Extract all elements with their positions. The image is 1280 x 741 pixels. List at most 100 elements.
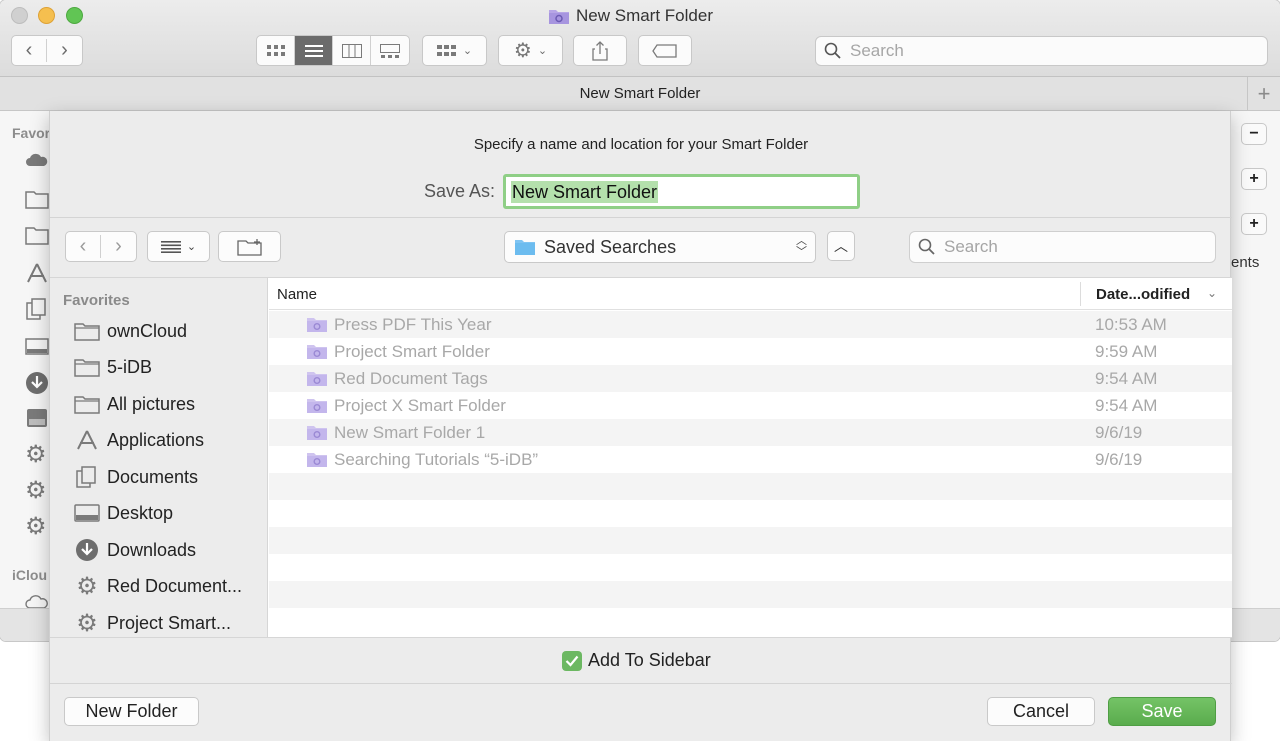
updown-chevron-icon: ︿ ﹀	[796, 235, 807, 258]
empty-row	[269, 581, 1232, 608]
add-criteria-row-button[interactable]: +	[1241, 168, 1267, 190]
folder-icon	[25, 225, 49, 247]
minus-icon: −	[1249, 125, 1259, 142]
plus-icon: +	[1249, 215, 1259, 232]
smart-folder-icon	[548, 7, 570, 25]
downloads-icon	[74, 538, 100, 562]
sidebar-item-all-pictures[interactable]: All pictures	[74, 389, 195, 419]
cancel-button[interactable]: Cancel	[987, 697, 1095, 726]
new-folder-button[interactable]: New Folder	[64, 697, 199, 726]
column-header-date[interactable]: Date...odified	[1096, 286, 1190, 303]
icon-view-button[interactable]	[257, 36, 295, 65]
list-item-date: 9/6/19	[1095, 423, 1143, 442]
zoom-window-button[interactable]	[66, 7, 83, 24]
downloads-icon	[25, 371, 49, 394]
file-list: Name Date...odified ⌄ Press PDF This Yea…	[269, 278, 1232, 637]
sidebar-item-project-smart[interactable]: ⚙ Project Smart...	[74, 608, 231, 637]
column-view-button[interactable]	[333, 36, 371, 65]
list-item[interactable]: Searching Tutorials “5-iDB” 9/6/19	[269, 446, 1232, 473]
smart-folder-icon	[306, 343, 328, 365]
sort-chevron-icon: ⌄	[1207, 286, 1218, 300]
list-item[interactable]: Project Smart Folder 9:59 AM	[269, 338, 1232, 365]
gallery-view-button[interactable]	[371, 36, 409, 65]
tags-button[interactable]	[638, 35, 692, 66]
share-button[interactable]	[573, 35, 627, 66]
sidebar-item-red-document[interactable]: ⚙ Red Document...	[74, 571, 242, 601]
back-icon[interactable]: ‹	[66, 235, 102, 258]
forward-icon[interactable]: ›	[47, 39, 82, 62]
list-header: Name Date...odified ⌄	[269, 278, 1232, 310]
chevron-down-icon: ⌄	[462, 45, 473, 57]
group-by-button[interactable]: ⌄	[422, 35, 487, 66]
smart-folder-icon	[306, 451, 328, 473]
empty-row	[269, 473, 1232, 500]
list-view-button[interactable]	[295, 36, 333, 65]
sidebar-item-documents[interactable]: Documents	[74, 462, 198, 492]
list-item[interactable]: New Smart Folder 1 9/6/19	[269, 419, 1232, 446]
remove-criteria-button[interactable]: −	[1241, 123, 1267, 145]
applications-icon	[25, 262, 49, 284]
drive-icon	[25, 407, 49, 429]
folder-icon	[74, 355, 100, 379]
window-title-text: New Smart Folder	[576, 6, 713, 25]
close-window-button[interactable]	[11, 7, 28, 24]
empty-row	[269, 608, 1232, 635]
action-button[interactable]: ⚙ ⌄	[498, 35, 563, 66]
window-title: New Smart Folder	[548, 5, 713, 27]
sidebar-item-label: Documents	[107, 466, 199, 487]
smart-folder-icon	[306, 397, 328, 419]
list-item[interactable]: Project X Smart Folder 9:54 AM	[269, 392, 1232, 419]
view-mode-control[interactable]	[256, 35, 410, 66]
finder-column-partial: ents	[1231, 254, 1260, 271]
finder-search-field[interactable]: Search	[815, 36, 1268, 66]
column-header-name[interactable]: Name	[277, 286, 317, 303]
folder-icon	[74, 319, 100, 343]
finder-favorites-label: Favor	[12, 125, 51, 141]
plus-icon: +	[1249, 170, 1259, 187]
finder-icloud-label: iClou	[12, 567, 47, 583]
save-as-value: New Smart Folder	[511, 180, 659, 203]
sidebar-item-5-idb[interactable]: 5-iDB	[74, 352, 152, 382]
divider	[50, 217, 1232, 218]
location-label: Saved Searches	[544, 236, 677, 257]
sidebar: Favorites ownCloud 5-iDB All pictures Ap…	[50, 278, 268, 637]
nav-back-forward-control[interactable]: ‹ ›	[65, 231, 137, 262]
group-icon	[436, 44, 456, 56]
sidebar-item-owncloud[interactable]: ownCloud	[74, 316, 187, 346]
back-icon[interactable]: ‹	[12, 39, 47, 62]
forward-icon[interactable]: ›	[101, 235, 136, 258]
column-divider[interactable]	[1080, 282, 1081, 306]
add-to-sidebar-checkbox[interactable]: Add To Sidebar	[562, 650, 711, 671]
list-item[interactable]: Press PDF This Year 10:53 AM	[269, 311, 1232, 338]
list-item-date: 9/6/19	[1095, 450, 1143, 469]
list-item-name: Project X Smart Folder	[334, 396, 506, 415]
search-icon	[824, 42, 841, 59]
list-item-name: Press PDF This Year	[334, 315, 492, 334]
list-item[interactable]: Red Document Tags 9:54 AM	[269, 365, 1232, 392]
view-options-button[interactable]: ⌄	[147, 231, 210, 262]
add-criteria-row-button[interactable]: +	[1241, 213, 1267, 235]
chevron-down-icon: ⌄	[186, 241, 197, 253]
sidebar-item-label: All pictures	[107, 393, 196, 414]
save-as-field[interactable]: New Smart Folder	[503, 174, 860, 209]
new-folder-icon	[236, 238, 262, 256]
sidebar-item-desktop[interactable]: Desktop	[74, 498, 173, 528]
sidebar-item-downloads[interactable]: Downloads	[74, 535, 196, 565]
list-item-name: Project Smart Folder	[334, 342, 490, 361]
sidebar-item-label: Project Smart...	[107, 612, 232, 633]
minimize-window-button[interactable]	[38, 7, 55, 24]
add-criteria-button[interactable]: +	[1247, 77, 1280, 111]
chevron-up-icon: ︿	[834, 238, 848, 254]
list-item-date: 9:54 AM	[1095, 396, 1158, 415]
sidebar-item-applications[interactable]: Applications	[74, 425, 204, 455]
back-forward-control[interactable]: ‹ ›	[11, 35, 83, 66]
save-button[interactable]: Save	[1108, 697, 1216, 726]
list-item-name: Searching Tutorials “5-iDB”	[334, 450, 539, 469]
cloud-icon	[25, 152, 49, 174]
collapse-button[interactable]: ︿	[827, 231, 855, 261]
new-folder-icon-button[interactable]	[218, 231, 281, 262]
finder-search-placeholder: Search	[850, 41, 904, 60]
file-browser: Favorites ownCloud 5-iDB All pictures Ap…	[50, 277, 1232, 638]
location-popup[interactable]: Saved Searches ︿ ﹀	[504, 231, 816, 263]
sheet-search-field[interactable]: Search	[909, 231, 1216, 263]
